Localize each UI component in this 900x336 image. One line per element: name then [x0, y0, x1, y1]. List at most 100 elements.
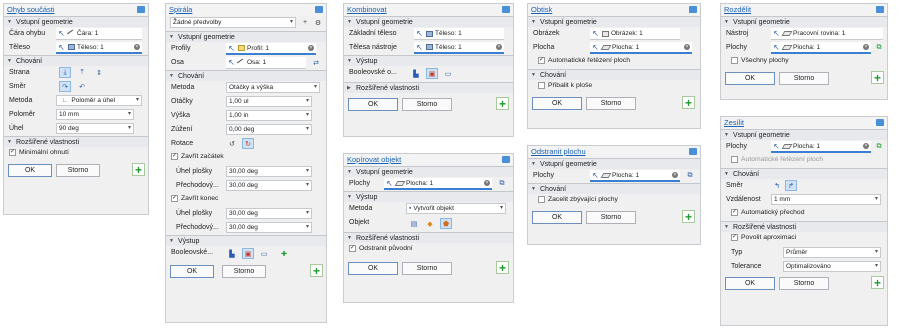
flat-angle-2-input[interactable]: 30,00 deg [226, 208, 312, 219]
clear-selection-icon[interactable]: × [863, 44, 869, 50]
ok-button[interactable]: OK [8, 164, 52, 177]
side-both-icon[interactable]: ⇕ [93, 67, 105, 78]
section-behavior[interactable]: ▼ Chování [528, 183, 700, 194]
surface-object-icon[interactable]: ▤ [408, 218, 420, 229]
close-start-checkbox[interactable]: Zavřít začátek [171, 153, 224, 160]
section-input-geometry[interactable]: ▼ Vstupní geometrie [344, 166, 513, 177]
add-plus-icon[interactable]: + [871, 71, 884, 84]
panel-pin-icon[interactable] [876, 6, 884, 13]
direction-two-icon[interactable]: ↶ [76, 81, 88, 92]
composite-object-icon[interactable]: ⬟ [440, 218, 452, 229]
transition-2-input[interactable]: 30,00 deg [226, 222, 312, 233]
tool-selector[interactable]: ↖ Pracovní rovina: 1 [771, 28, 883, 40]
side-left-icon[interactable]: ⤓ [59, 67, 71, 78]
ok-button[interactable]: OK [725, 72, 775, 85]
panel-pin-icon[interactable] [502, 6, 510, 13]
clear-selection-icon[interactable]: × [672, 172, 678, 178]
clear-selection-icon[interactable]: × [863, 143, 869, 149]
side-right-icon[interactable]: ⤒ [76, 67, 88, 78]
axis-selector[interactable]: ↖ Osa: 1 [226, 57, 306, 69]
taper-input[interactable]: 0,00 deg [226, 124, 312, 135]
add-plus-icon[interactable]: + [682, 96, 695, 109]
faces-selector[interactable]: ↖ Plocha: 1 × [384, 178, 492, 190]
face-selector[interactable]: ↖ Plocha: 1 × [590, 42, 692, 54]
faces-selector[interactable]: ↖ Plocha: 1 × [771, 141, 871, 153]
section-input-geometry[interactable]: ▼ Vstupní geometrie [528, 16, 700, 27]
chain-faces-icon[interactable]: ⧉ [873, 141, 885, 152]
body-selector[interactable]: ↖ Těleso: 1 × [56, 42, 142, 54]
section-input-geometry[interactable]: ▼ Vstupní geometrie [166, 31, 326, 42]
add-plus-icon[interactable]: + [132, 163, 145, 176]
remove-original-checkbox[interactable]: Odstranit původní [349, 245, 413, 252]
cancel-button[interactable]: Storno [586, 97, 636, 110]
join-icon[interactable]: ▙ [226, 248, 238, 259]
tolerance-dropdown[interactable]: Optimalizováno [783, 261, 881, 272]
faces-selector[interactable]: ↖ Plocha: 1 × [771, 42, 871, 54]
chain-faces-icon[interactable]: ⧉ [684, 170, 696, 181]
new-solid-icon[interactable]: ✚ [278, 248, 290, 259]
panel-title[interactable]: Rozdělit [724, 5, 751, 14]
gear-icon[interactable]: ⚙ [312, 17, 324, 28]
section-behavior[interactable]: ▼ Chování [166, 70, 326, 81]
type-dropdown[interactable]: Průměr [783, 247, 881, 258]
panel-pin-icon[interactable] [689, 148, 697, 155]
panel-title[interactable]: Kombinovat [347, 5, 387, 14]
ok-button[interactable]: OK [725, 277, 775, 290]
close-end-checkbox[interactable]: Zavřít konec [171, 195, 218, 202]
add-plus-icon[interactable]: + [496, 97, 509, 110]
section-input-geometry[interactable]: ▼ Vstupní geometrie [4, 16, 148, 27]
section-behavior[interactable]: ▼ Chování [4, 55, 148, 66]
all-faces-checkbox[interactable]: Všechny plochy [731, 57, 789, 64]
intersect-icon[interactable]: ▭ [258, 248, 270, 259]
approximation-checkbox[interactable]: Povolit aproximaci [731, 234, 796, 241]
ok-button[interactable]: OK [348, 98, 398, 111]
faces-selector[interactable]: ↖ Plocha: 1 × [590, 170, 680, 182]
section-advanced[interactable]: ▼ Rozšířené vlastnosti [4, 136, 148, 147]
section-advanced[interactable]: ▼ Rozšířené vlastnosti [721, 221, 887, 232]
cancel-button[interactable]: Storno [586, 211, 636, 224]
section-advanced[interactable]: ▼ Rozšířené vlastnosti [344, 232, 513, 243]
rotation-ccw-icon[interactable]: ↺ [226, 138, 238, 149]
panel-pin-icon[interactable] [876, 119, 884, 126]
panel-title[interactable]: Spirála [169, 5, 192, 14]
panel-title[interactable]: Ohyb součásti [7, 5, 55, 14]
panel-pin-icon[interactable] [137, 6, 145, 13]
direction-two-icon[interactable]: ↱ [785, 180, 797, 191]
min-bend-checkbox[interactable]: Minimální ohnutí [9, 149, 69, 156]
section-advanced[interactable]: ▶ Rozšířené vlastnosti [344, 82, 513, 93]
flat-angle-input[interactable]: 30,00 deg [226, 166, 312, 177]
distance-input[interactable]: 1 mm [771, 194, 881, 205]
ok-button[interactable]: OK [348, 262, 398, 275]
base-body-selector[interactable]: ↖ Těleso: 1 [414, 28, 504, 40]
cut-icon[interactable]: ▣ [242, 248, 254, 259]
solid-object-icon[interactable]: ◆ [424, 218, 436, 229]
panel-title[interactable]: Obtisk [531, 5, 552, 14]
cancel-button[interactable]: Storno [222, 265, 266, 278]
clear-selection-icon[interactable]: × [684, 44, 690, 50]
profiles-selector[interactable]: ↖ Profil: 1 × [226, 43, 316, 55]
section-output[interactable]: ▼ Výstup [344, 55, 513, 66]
add-plus-icon[interactable]: + [496, 261, 509, 274]
section-output[interactable]: ▼ Výstup [166, 235, 326, 246]
clear-selection-icon[interactable]: × [308, 45, 314, 51]
radius-input[interactable]: 10 mm [56, 109, 134, 120]
direction-one-icon[interactable]: ↷ [59, 81, 71, 92]
section-input-geometry[interactable]: ▼ Vstupní geometrie [528, 158, 700, 169]
cancel-button[interactable]: Storno [779, 72, 829, 85]
auto-chain-checkbox[interactable]: Automatické řetězení ploch [731, 156, 823, 163]
section-behavior[interactable]: ▼ Chování [528, 69, 700, 80]
method-dropdown[interactable]: ∟ Poloměr a úhel [56, 95, 142, 106]
add-preset-icon[interactable]: + [299, 17, 311, 28]
panel-pin-icon[interactable] [689, 6, 697, 13]
section-input-geometry[interactable]: ▼ Vstupní geometrie [721, 129, 887, 140]
cut-icon[interactable]: ▣ [426, 68, 438, 79]
turns-input[interactable]: 1,00 ul [226, 96, 312, 107]
image-selector[interactable]: ↖ Obrázek: 1 [590, 28, 680, 40]
cancel-button[interactable]: Storno [402, 262, 452, 275]
add-plus-icon[interactable]: + [682, 210, 695, 223]
clear-selection-icon[interactable]: × [484, 180, 490, 186]
panel-title[interactable]: Zesílit [724, 118, 744, 127]
direction-one-icon[interactable]: ↰ [771, 180, 783, 191]
panel-title[interactable]: Kopírovat objekt [347, 155, 401, 164]
section-input-geometry[interactable]: ▼ Vstupní geometrie [721, 16, 887, 27]
